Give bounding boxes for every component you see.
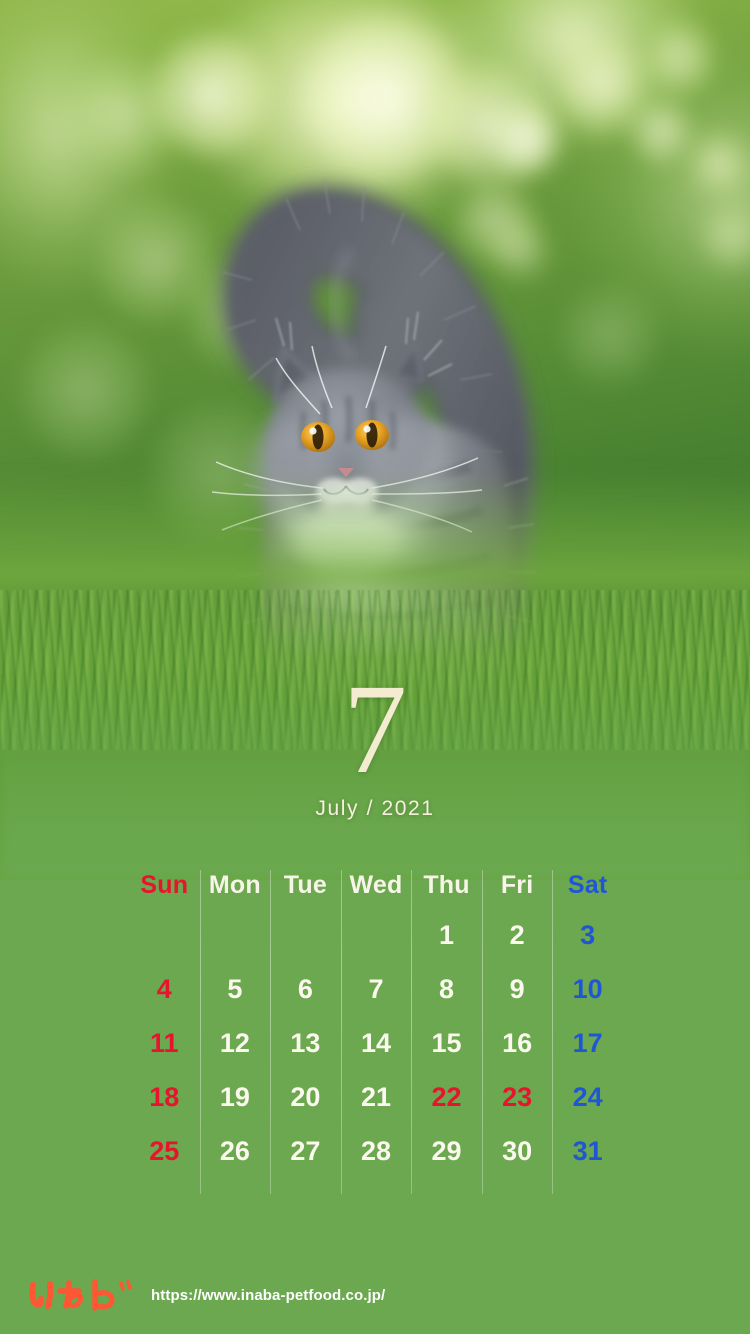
calendar-day-31[interactable]: 31 <box>552 1124 623 1178</box>
calendar-day-20[interactable]: 20 <box>270 1070 341 1124</box>
calendar-day-22[interactable]: 22 <box>411 1070 482 1124</box>
month-number: 7 <box>343 658 407 800</box>
calendar-day-12[interactable]: 12 <box>200 1016 271 1070</box>
weekday-header-sat: Sat <box>567 871 608 899</box>
calendar-day-14[interactable]: 14 <box>341 1016 412 1070</box>
weekday-header-fri: Fri <box>500 871 534 899</box>
calendar-day-21[interactable]: 21 <box>341 1070 412 1124</box>
calendar-day-7[interactable]: 7 <box>341 962 412 1016</box>
calendar-day-6[interactable]: 6 <box>270 962 341 1016</box>
month-year-label: July / 2021 <box>315 796 435 820</box>
calendar-day-13[interactable]: 13 <box>270 1016 341 1070</box>
calendar-day-8[interactable]: 8 <box>411 962 482 1016</box>
calendar-section: Sun Mon Tue Wed Thu Fri Sat 1 2 3 4 5 6 7 8 9 10 11 12 13 1… <box>0 862 750 1212</box>
calendar-divider <box>340 870 342 1194</box>
calendar-day-26[interactable]: 26 <box>200 1124 271 1178</box>
calendar-day-empty <box>270 908 341 962</box>
calendar-day-empty <box>341 908 412 962</box>
weekday-header-mon: Mon <box>208 871 261 899</box>
cat-eye-right <box>355 420 389 450</box>
calendar-week-row: 4 5 6 7 8 9 10 <box>129 962 623 1016</box>
calendar-week-row: 123 <box>129 908 623 962</box>
weekday-header-row: Sun Mon Tue Wed Thu Fri Sat <box>129 862 623 908</box>
calendar-day-1[interactable]: 1 <box>411 908 482 962</box>
calendar-wallpaper: 7 July / 2021 Sun Mon Tue Wed Thu Fri Sat 1234… <box>0 0 750 1334</box>
weekday-header-wed: Wed <box>349 871 403 899</box>
calendar-day-4[interactable]: 4 <box>129 962 200 1016</box>
calendar-day-empty <box>200 908 271 962</box>
calendar-divider <box>199 870 201 1194</box>
calendar-date-rows: 1 2 3 4 5 6 7 8 9 10 11 12 13 14 15 16 17 18 19 20 21 22 23 24 2… <box>129 908 623 1178</box>
calendar-day-24[interactable]: 24 <box>552 1070 623 1124</box>
calendar-divider <box>270 870 272 1194</box>
calendar-week-row: 18 19 20 21 22 23 24 <box>129 1070 623 1124</box>
footer-bar: https://www.inaba-petfood.co.jp/ <box>0 1265 750 1325</box>
calendar-day-5[interactable]: 5 <box>200 962 271 1016</box>
calendar-grid: Sun Mon Tue Wed Thu Fri Sat 1 2 3 4 5 6 7 8 9 10 11 12 13 1… <box>129 862 623 1202</box>
calendar-day-23[interactable]: 23 <box>482 1070 553 1124</box>
calendar-day-25[interactable]: 25 <box>129 1124 200 1178</box>
calendar-divider <box>411 870 413 1194</box>
calendar-day-10[interactable]: 10 <box>552 962 623 1016</box>
calendar-day-17[interactable]: 17 <box>552 1016 623 1070</box>
weekday-header-tue: Tue <box>283 871 327 899</box>
calendar-week-row: 11 12 13 14 15 16 17 <box>129 1016 623 1070</box>
calendar-divider <box>481 870 483 1194</box>
calendar-day-2[interactable]: 2 <box>482 908 553 962</box>
calendar-day-27[interactable]: 27 <box>270 1124 341 1178</box>
calendar-day-11[interactable]: 11 <box>129 1016 200 1070</box>
calendar-day-16[interactable]: 16 <box>482 1016 553 1070</box>
weekday-header-thu: Thu <box>423 871 470 899</box>
cat-eye-left <box>301 422 335 452</box>
inaba-brand-logo[interactable] <box>27 1275 139 1315</box>
calendar-divider <box>552 870 554 1194</box>
calendar-day-29[interactable]: 29 <box>411 1124 482 1178</box>
month-heading: 7 July / 2021 <box>0 658 750 821</box>
calendar-day-9[interactable]: 9 <box>482 962 553 1016</box>
weekday-header-sun: Sun <box>140 871 189 899</box>
calendar-day-28[interactable]: 28 <box>341 1124 412 1178</box>
calendar-day-empty <box>129 908 200 962</box>
calendar-day-19[interactable]: 19 <box>200 1070 271 1124</box>
website-url[interactable]: https://www.inaba-petfood.co.jp/ <box>151 1287 385 1304</box>
calendar-week-row: 25 26 27 28 29 30 31 <box>129 1124 623 1178</box>
calendar-day-30[interactable]: 30 <box>482 1124 553 1178</box>
calendar-day-18[interactable]: 18 <box>129 1070 200 1124</box>
calendar-day-3[interactable]: 3 <box>552 908 623 962</box>
calendar-day-15[interactable]: 15 <box>411 1016 482 1070</box>
